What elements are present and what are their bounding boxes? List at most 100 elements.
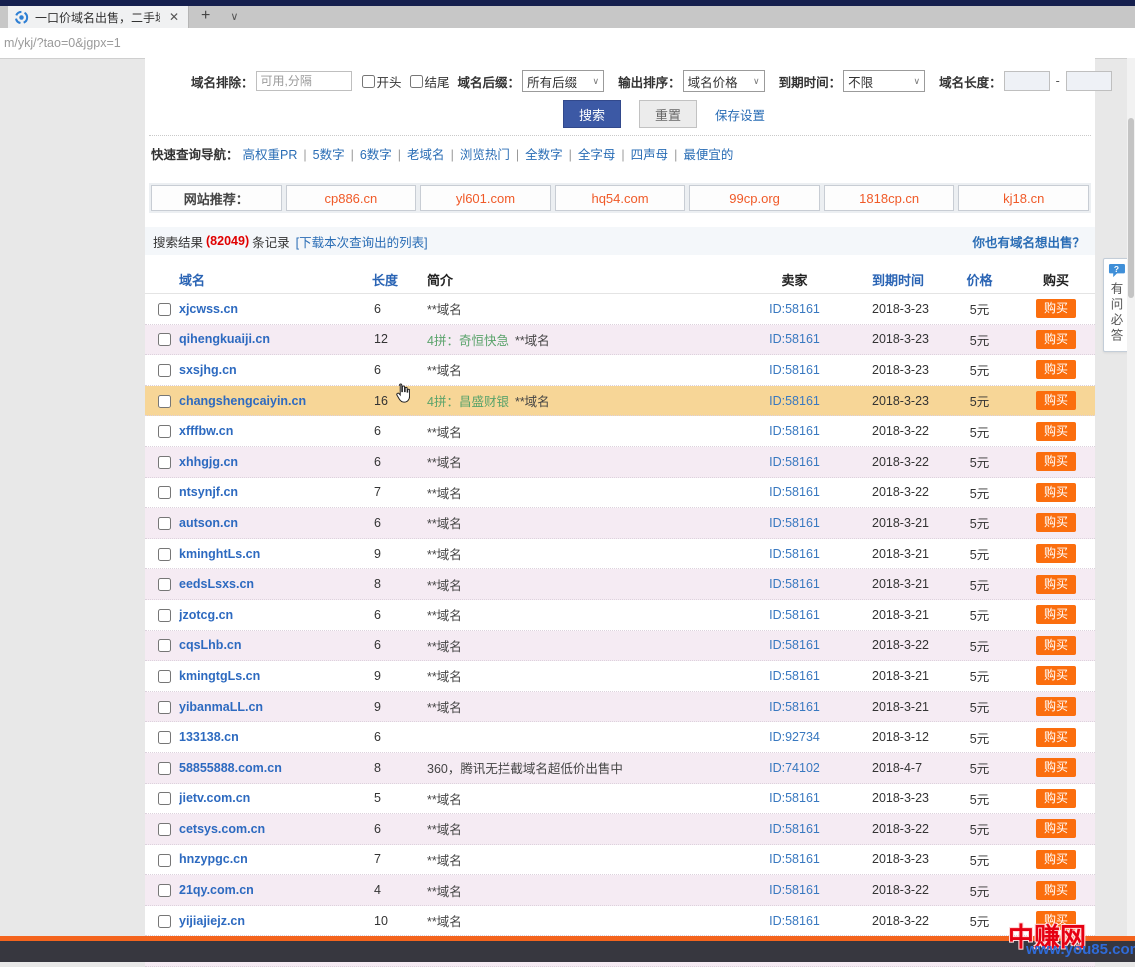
table-row[interactable]: yijiajiejz.cn 10 **域名 ID:58161 2018-3-22… [145, 906, 1095, 937]
domain-link[interactable]: yibanmaLL.cn [179, 700, 263, 714]
buy-button[interactable]: 购买 [1036, 360, 1076, 379]
prefix-checkbox[interactable]: 开头 [362, 72, 402, 91]
scrollbar-thumb[interactable] [1128, 118, 1134, 298]
seller-link[interactable]: ID:58161 [769, 577, 820, 591]
seller-link[interactable]: ID:58161 [769, 363, 820, 377]
domain-link[interactable]: xjcwss.cn [179, 302, 238, 316]
save-settings-link[interactable]: 保存设置 [715, 105, 765, 124]
buy-button[interactable]: 购买 [1036, 819, 1076, 838]
seller-link[interactable]: ID:74102 [769, 761, 820, 775]
domain-link[interactable]: autson.cn [179, 516, 238, 530]
recommend-site-link[interactable]: cp886.cn [324, 191, 377, 206]
table-row[interactable]: kmingtgLs.cn 9 **域名 ID:58161 2018-3-21 5… [145, 661, 1095, 692]
row-checkbox[interactable] [158, 609, 171, 622]
buy-button[interactable]: 购买 [1036, 881, 1076, 900]
domain-link[interactable]: sxsjhg.cn [179, 363, 237, 377]
recommend-site-link[interactable]: kj18.cn [1003, 191, 1044, 206]
exclude-input[interactable] [256, 71, 352, 91]
seller-link[interactable]: ID:58161 [769, 914, 820, 928]
table-row[interactable]: autson.cn 6 **域名 ID:58161 2018-3-21 5元 购… [145, 508, 1095, 539]
seller-link[interactable]: ID:58161 [769, 485, 820, 499]
seller-link[interactable]: ID:58161 [769, 638, 820, 652]
row-checkbox[interactable] [158, 456, 171, 469]
header-length[interactable]: 长度 [372, 270, 427, 289]
table-row[interactable]: yibanmaLL.cn 9 **域名 ID:58161 2018-3-21 5… [145, 692, 1095, 723]
header-price[interactable]: 价格 [942, 270, 1017, 289]
seller-link[interactable]: ID:58161 [769, 547, 820, 561]
table-row[interactable]: xjcwss.cn 6 **域名 ID:58161 2018-3-23 5元 购… [145, 294, 1095, 325]
seller-link[interactable]: ID:58161 [769, 791, 820, 805]
expiry-select[interactable]: 不限 ∨ [843, 70, 925, 92]
suffix-select[interactable]: 所有后缀 ∨ [522, 70, 604, 92]
recommend-site-link[interactable]: yl601.com [456, 191, 515, 206]
tabs-menu-chevron-icon[interactable]: ∨ [222, 6, 246, 28]
table-row[interactable]: changshengcaiyin.cn 16 4拼：昌盛财银**域名 ID:58… [145, 386, 1095, 417]
table-row[interactable]: 58855888.com.cn 8 360，腾讯无拦截域名超低价出售中 ID:7… [145, 753, 1095, 784]
download-list-link[interactable]: [下载本次查询出的列表] [296, 232, 428, 251]
search-button[interactable]: 搜索 [563, 100, 621, 128]
buy-button[interactable]: 购买 [1036, 544, 1076, 563]
row-checkbox[interactable] [158, 884, 171, 897]
buy-button[interactable]: 购买 [1036, 452, 1076, 471]
row-checkbox[interactable] [158, 303, 171, 316]
row-checkbox[interactable] [158, 639, 171, 652]
table-row[interactable]: eedsLsxs.cn 8 **域名 ID:58161 2018-3-21 5元… [145, 569, 1095, 600]
scrollbar-track[interactable] [1127, 58, 1135, 938]
buy-button[interactable]: 购买 [1036, 605, 1076, 624]
row-checkbox[interactable] [158, 425, 171, 438]
quick-nav-link[interactable]: 浏览热门 [460, 148, 510, 162]
buy-button[interactable]: 购买 [1036, 850, 1076, 869]
row-checkbox[interactable] [158, 731, 171, 744]
seller-link[interactable]: ID:58161 [769, 424, 820, 438]
seller-link[interactable]: ID:58161 [769, 516, 820, 530]
seller-link[interactable]: ID:58161 [769, 883, 820, 897]
buy-button[interactable]: 购买 [1036, 299, 1076, 318]
domain-link[interactable]: qihengkuaiji.cn [179, 332, 270, 346]
recommend-site-link[interactable]: 1818cp.cn [859, 191, 919, 206]
row-checkbox[interactable] [158, 670, 171, 683]
row-checkbox[interactable] [158, 823, 171, 836]
browser-tab[interactable]: 一口价域名出售，二手域名 ✕ [8, 6, 189, 28]
domain-link[interactable]: xfffbw.cn [179, 424, 233, 438]
buy-button[interactable]: 购买 [1036, 513, 1076, 532]
quick-nav-link[interactable]: 全数字 [525, 148, 563, 162]
quick-nav-link[interactable]: 全字母 [578, 148, 616, 162]
buy-button[interactable]: 购买 [1036, 666, 1076, 685]
recommend-site-link[interactable]: hq54.com [591, 191, 648, 206]
domain-link[interactable]: yijiajiejz.cn [179, 914, 245, 928]
table-row[interactable]: sxsjhg.cn 6 **域名 ID:58161 2018-3-23 5元 购… [145, 355, 1095, 386]
prefix-checkbox-input[interactable] [362, 75, 375, 88]
buy-button[interactable]: 购买 [1036, 789, 1076, 808]
table-row[interactable]: qihengkuaiji.cn 12 4拼：奇恒快急**域名 ID:58161 … [145, 325, 1095, 356]
buy-button[interactable]: 购买 [1036, 575, 1076, 594]
seller-link[interactable]: ID:58161 [769, 700, 820, 714]
sell-domain-link[interactable]: 你也有域名想出售？ [972, 232, 1085, 251]
quick-nav-link[interactable]: 四声母 [631, 148, 669, 162]
quick-nav-link[interactable]: 老域名 [407, 148, 445, 162]
buy-button[interactable]: 购买 [1036, 422, 1076, 441]
length-min-input[interactable] [1004, 71, 1050, 91]
table-row[interactable]: jzotcg.cn 6 **域名 ID:58161 2018-3-21 5元 购… [145, 600, 1095, 631]
buy-button[interactable]: 购买 [1036, 483, 1076, 502]
seller-link[interactable]: ID:58161 [769, 669, 820, 683]
quick-nav-link[interactable]: 6数字 [360, 148, 392, 162]
row-checkbox[interactable] [158, 578, 171, 591]
table-row[interactable]: ntsynjf.cn 7 **域名 ID:58161 2018-3-22 5元 … [145, 478, 1095, 509]
row-checkbox[interactable] [158, 854, 171, 867]
domain-link[interactable]: jzotcg.cn [179, 608, 233, 622]
domain-link[interactable]: 21qy.com.cn [179, 883, 254, 897]
table-row[interactable]: hnzypgc.cn 7 **域名 ID:58161 2018-3-23 5元 … [145, 845, 1095, 876]
suffix-checkbox[interactable]: 结尾 [410, 72, 450, 91]
header-expiry[interactable]: 到期时间 [842, 270, 942, 289]
quick-nav-link[interactable]: 5数字 [313, 148, 345, 162]
seller-link[interactable]: ID:58161 [769, 302, 820, 316]
seller-link[interactable]: ID:58161 [769, 852, 820, 866]
domain-link[interactable]: kmingtgLs.cn [179, 669, 260, 683]
row-checkbox[interactable] [158, 517, 171, 530]
table-row[interactable]: cqsLhb.cn 6 **域名 ID:58161 2018-3-22 5元 购… [145, 631, 1095, 662]
row-checkbox[interactable] [158, 762, 171, 775]
row-checkbox[interactable] [158, 486, 171, 499]
table-row[interactable]: xhhgjg.cn 6 **域名 ID:58161 2018-3-22 5元 购… [145, 447, 1095, 478]
help-widget[interactable]: ? 有问必答 [1103, 258, 1129, 352]
recommend-site-link[interactable]: 99cp.org [729, 191, 780, 206]
